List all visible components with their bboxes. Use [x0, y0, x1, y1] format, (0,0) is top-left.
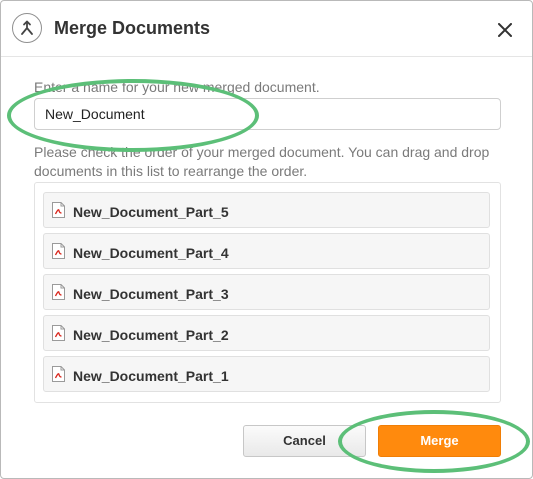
- list-item[interactable]: New_Document_Part_3: [43, 274, 490, 310]
- list-item[interactable]: New_Document_Part_2: [43, 315, 490, 351]
- dialog-header: Merge Documents: [1, 1, 532, 57]
- list-item[interactable]: New_Document_Part_1: [43, 356, 490, 392]
- dialog-title: Merge Documents: [54, 18, 211, 38]
- merge-icon: [12, 13, 42, 43]
- document-name: New_Document_Part_2: [73, 327, 229, 343]
- close-button[interactable]: [493, 18, 517, 42]
- order-instructions: Please check the order of your merged do…: [34, 144, 490, 179]
- document-name: New_Document_Part_4: [73, 245, 229, 261]
- pdf-file-icon: [52, 243, 65, 259]
- cancel-button[interactable]: Cancel: [243, 425, 366, 457]
- document-name: New_Document_Part_5: [73, 204, 229, 220]
- document-name: New_Document_Part_1: [73, 368, 229, 384]
- document-order-list[interactable]: New_Document_Part_5 New_Document_Part_4 …: [34, 182, 501, 403]
- pdf-file-icon: [52, 366, 65, 382]
- list-item[interactable]: New_Document_Part_5: [43, 192, 490, 228]
- list-item[interactable]: New_Document_Part_4: [43, 233, 490, 269]
- pdf-file-icon: [52, 325, 65, 341]
- pdf-file-icon: [52, 202, 65, 218]
- pdf-file-icon: [52, 284, 65, 300]
- close-icon[interactable]: [498, 23, 512, 37]
- merge-button[interactable]: Merge: [378, 425, 501, 457]
- name-field-label: Enter a name for your new merged documen…: [34, 79, 320, 95]
- merge-documents-dialog: Merge Documents Enter a name for your ne…: [0, 0, 533, 479]
- document-name: New_Document_Part_3: [73, 286, 229, 302]
- document-name-input[interactable]: [34, 98, 501, 130]
